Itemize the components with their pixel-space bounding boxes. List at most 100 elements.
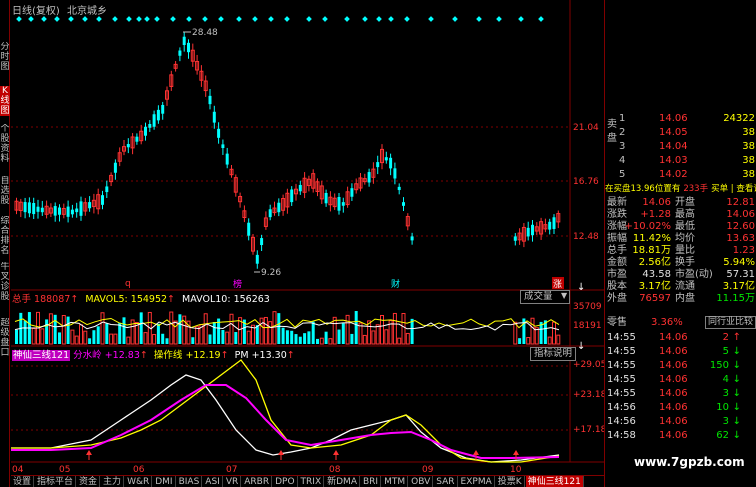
indicator-tab-12[interactable]: 新DMA: [325, 476, 360, 487]
ind-item-1-value: +12.83: [104, 350, 140, 361]
price: 14.03: [659, 155, 688, 166]
tick-row: 14:55 14.06 3 ↓: [605, 387, 756, 401]
sidebar-tab-4[interactable]: 综合排名: [0, 216, 10, 256]
marker-q[interactable]: q: [125, 279, 131, 289]
quote-value: 76597: [639, 293, 671, 304]
vol-total-label: 总手: [12, 294, 32, 305]
tick-price: 14.06: [659, 360, 688, 371]
ind-item-1-label: 分水岭: [73, 350, 102, 361]
order-book-row: 5 14.02 38: [605, 168, 756, 182]
indicator-tab-11[interactable]: TRIX: [299, 476, 325, 487]
tick-price: 14.06: [659, 430, 688, 441]
price-axis-3: 12.48: [573, 232, 599, 242]
sidebar-tab-1[interactable]: K线图: [0, 86, 10, 116]
tick-direction-icon: ↓: [732, 416, 741, 427]
indicator-tab-7[interactable]: ASI: [203, 476, 223, 487]
indicator-tab-14[interactable]: MTM: [382, 476, 409, 487]
tick-row: 14:56 14.06 3 ↓: [605, 415, 756, 429]
tick-time: 14:55: [607, 332, 636, 343]
tick-direction-icon: ↓: [732, 388, 741, 399]
mavol10-value: 156263: [233, 294, 270, 305]
price-axis-2: 16.76: [573, 177, 599, 187]
ind-item-3-label: PM: [234, 350, 249, 361]
sidebar-tab-2[interactable]: 个股资料: [0, 124, 10, 164]
tick-volume: 4: [722, 374, 729, 385]
indicator-tab-2[interactable]: 资金: [77, 476, 101, 487]
sidebar-tab-5[interactable]: 牛叉诊股: [0, 262, 10, 302]
tick-volume: 3: [722, 388, 729, 399]
sidebar-tab-3[interactable]: 自选股: [0, 176, 10, 206]
sidebar-tab-6[interactable]: 超级盘口: [0, 318, 10, 358]
quote-panel: 卖盘 1 14.06 24322 2 14.05 38 3 14.04 38 4 14.03 38 5 14…: [604, 0, 756, 487]
tick-volume: 10: [716, 402, 729, 413]
tick-row: 14:55 14.06 2 ↑: [605, 331, 756, 345]
tick-price: 14.06: [659, 374, 688, 385]
tick-row: 14:56 14.06 10 ↓: [605, 401, 756, 415]
price: 14.02: [659, 169, 688, 180]
tick-price: 14.06: [659, 346, 688, 357]
tick-price: 14.06: [659, 332, 688, 343]
indicator-tab-17[interactable]: EXPMA: [459, 476, 495, 487]
volume-legend: 总手 188087↑ MAVOL5: 154952↑ MAVOL10: 1562…: [12, 294, 270, 305]
tick-volume: 3: [722, 416, 729, 427]
buy-status-text: 在买盘13.96位置有: [605, 184, 681, 194]
volume-dropdown-icon[interactable]: ▼: [561, 291, 567, 300]
tick-volume: 5: [722, 346, 729, 357]
tick-row: 14:55 14.06 4 ↓: [605, 373, 756, 387]
indicator-tab-6[interactable]: BIAS: [177, 476, 203, 487]
quote-label: 外盘: [607, 293, 627, 304]
level: 1: [619, 113, 626, 124]
indicator-tab-3[interactable]: 主力: [101, 476, 125, 487]
tick-price: 14.06: [659, 388, 688, 399]
x-label-09: 09: [422, 465, 434, 475]
volume: 38: [742, 155, 755, 166]
indicator-tab-4[interactable]: W&R: [125, 476, 153, 487]
buy-status-link[interactable]: 买单 | 查看详细: [711, 184, 756, 194]
kline-chart[interactable]: 21.04 16.76 12.48 35709 18191 +29.05 +23…: [11, 0, 604, 475]
quote-value-2: 11.15万: [716, 293, 755, 304]
watermark: www.7gpzb.com: [634, 455, 745, 469]
tick-time: 14:56: [607, 402, 636, 413]
tick-time: 14:55: [607, 360, 636, 371]
tick-price: 14.06: [659, 416, 688, 427]
indicator-tab-9[interactable]: ARBR: [242, 476, 273, 487]
ind-item-2-label: 操作线: [153, 350, 183, 361]
level: 2: [619, 127, 626, 138]
indicator-tab-0[interactable]: 设置: [11, 476, 35, 487]
marker-cai[interactable]: 财: [391, 278, 400, 290]
tick-direction-icon: ↑: [732, 332, 741, 343]
indicator-tab-16[interactable]: SAR: [434, 476, 458, 487]
buy-status-row: 在买盘13.96位置有233手买单 | 查看详细: [605, 182, 756, 196]
indicator-tab-8[interactable]: VR: [224, 476, 242, 487]
level: 4: [619, 155, 626, 166]
quote-label-2: 内盘: [675, 293, 695, 304]
compare-button[interactable]: 同行业比较: [705, 316, 756, 329]
sidebar-tab-0[interactable]: 分时图: [0, 42, 10, 72]
tick-direction-icon: ↓: [732, 346, 741, 357]
marker-zhang[interactable]: 涨: [553, 279, 562, 290]
mavol10-label: MAVOL10:: [182, 294, 231, 305]
x-label-06: 06: [133, 465, 145, 475]
marker-bang[interactable]: 榜: [233, 278, 242, 290]
x-label-08: 08: [329, 465, 341, 475]
arrow-down-icon-2[interactable]: ↓: [577, 341, 585, 352]
tick-volume: 62: [716, 430, 729, 441]
indicator-tab-15[interactable]: OBV: [409, 476, 434, 487]
price: 14.05: [659, 127, 688, 138]
indicator-tab-13[interactable]: BRI: [361, 476, 382, 487]
indicator-tab-18[interactable]: 投票K: [496, 476, 525, 487]
x-label-04: 04: [12, 465, 24, 475]
indicator-tab-19[interactable]: 神仙三线121: [525, 476, 584, 487]
period-label[interactable]: 日线(复权): [12, 6, 60, 17]
tick-row: 14:58 14.06 62 ↓: [605, 429, 756, 443]
indicator-help-button[interactable]: 指标说明: [530, 347, 577, 361]
indicator-tab-10[interactable]: DPO: [273, 476, 298, 487]
level: 3: [619, 141, 626, 152]
arrow-down-icon[interactable]: ↓: [577, 282, 585, 293]
tick-direction-icon: ↓: [732, 374, 741, 385]
x-label-07: 07: [226, 465, 237, 475]
price: 14.04: [659, 141, 688, 152]
indicator-tab-5[interactable]: DMI: [153, 476, 176, 487]
indicator-tab-1[interactable]: 指标平台: [35, 476, 77, 487]
left-sidebar: 分时图 K线图个股资料自选股综合排名牛叉诊股超级盘口: [0, 0, 10, 487]
